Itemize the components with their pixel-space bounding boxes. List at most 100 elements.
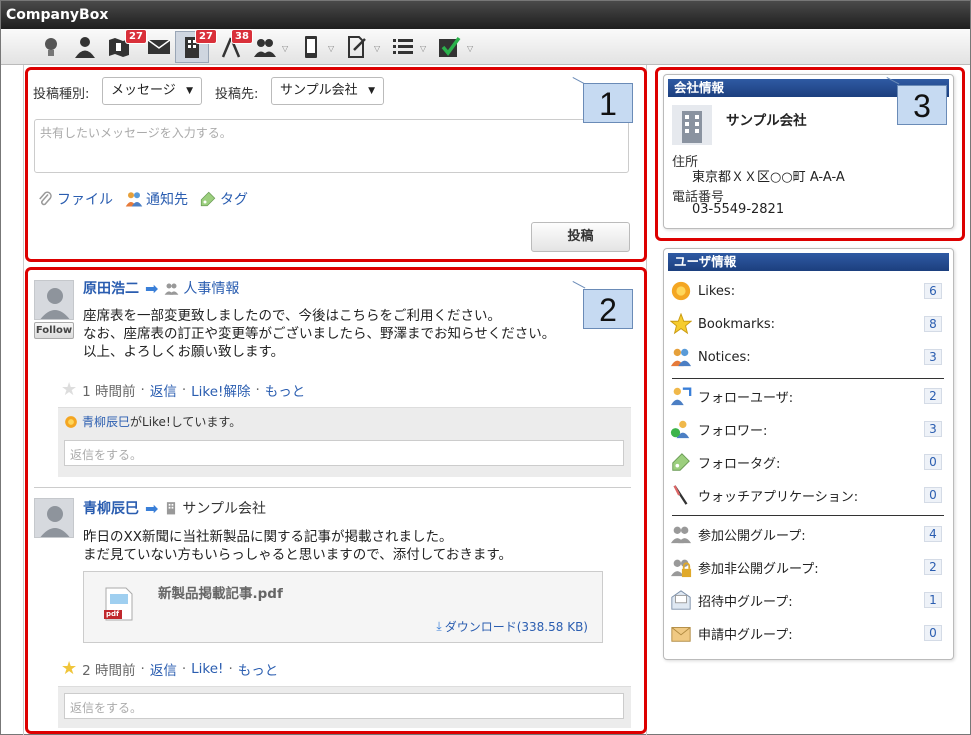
post-target[interactable]: 人事情報 (164, 278, 239, 298)
user-info-row-public-groups[interactable]: 参加公開グループ: 4 (670, 522, 942, 546)
tag-link[interactable]: タグ (199, 189, 248, 209)
user-info-count: 3 (924, 421, 942, 437)
user-info-separator (672, 515, 944, 516)
user-info-heading: ユーザ情報 (668, 253, 949, 271)
tag-icon (200, 191, 216, 207)
company-building-icon (672, 105, 712, 145)
private-group-icon (670, 559, 692, 578)
user-info-row-likes[interactable]: Likes: 6 (670, 279, 942, 303)
post-target-name: サンプル会社 (182, 501, 266, 517)
avatar[interactable] (34, 498, 74, 538)
people-icon (125, 192, 143, 207)
mobile-icon[interactable] (297, 33, 325, 61)
chevron-down-icon: ▼ (368, 86, 375, 96)
export-icon[interactable] (343, 33, 371, 61)
user-info-label: Likes: (698, 283, 736, 299)
reply-area: 返信をする。 (58, 686, 631, 728)
attachment-name[interactable]: 新製品掲載記事.pdf (158, 582, 283, 602)
user-info-row-followers[interactable]: フォロワー: 3 (670, 417, 942, 441)
file-attach-label: ファイル (57, 192, 113, 208)
callout-number: 1 (583, 83, 633, 123)
arrow-right-icon: ➡ (145, 498, 159, 518)
attachment-card: pdf 新製品掲載記事.pdf ⤓ ダウンロード(338.58 KB) (83, 571, 603, 643)
reply-input[interactable]: 返信をする。 (64, 693, 624, 719)
user-info-count: 2 (924, 388, 942, 404)
user-info-row-follow-tags[interactable]: フォロータグ: 0 (670, 450, 942, 474)
phone-value: 03-5549-2821 (692, 202, 785, 217)
user-info-label: 参加公開グループ: (698, 528, 806, 544)
callout-number: 3 (897, 85, 947, 125)
user-info-row-bookmarks[interactable]: Bookmarks: 8 (670, 312, 942, 336)
author-link[interactable]: 青柳辰巳 (83, 498, 139, 518)
post-meta: ★ 1 時間前 · 返信 · Like!解除 · もっと (61, 379, 306, 400)
reply-link[interactable]: 返信 (150, 659, 177, 679)
todo-menu-caret[interactable]: ▽ (467, 45, 475, 53)
message-input[interactable]: 共有したいメッセージを入力する。 (34, 119, 629, 173)
more-link[interactable]: もっと (238, 659, 279, 679)
user-info-row-private-groups[interactable]: 参加非公開グループ: 2 (670, 555, 942, 579)
user-info-row-requested-groups[interactable]: 申請中グループ: 0 (670, 621, 942, 645)
paperclip-icon (39, 191, 52, 206)
bookmark-star-icon[interactable]: ★ (61, 658, 77, 679)
tag-label: タグ (220, 192, 248, 208)
list-menu-caret[interactable]: ▽ (420, 45, 428, 53)
more-link[interactable]: もっと (265, 380, 306, 400)
bookmark-star-icon[interactable]: ★ (61, 379, 77, 400)
group-icon (165, 283, 179, 295)
profile-icon[interactable] (71, 33, 99, 61)
like-icon (671, 281, 691, 301)
post-target-select[interactable]: サンプル会社 ▼ (271, 77, 384, 105)
reply-link[interactable]: 返信 (150, 380, 177, 400)
like-link[interactable]: Like! (191, 661, 223, 677)
avatar[interactable] (34, 280, 74, 320)
group-icon[interactable] (251, 33, 279, 61)
post-body: 昨日のXX新聞に当社新製品に関する記事が掲載されました。 まだ見ていない方もいら… (83, 528, 512, 564)
address-value: 東京都ＸＸ区○○町 A-A-A (692, 170, 845, 185)
post-divider (34, 487, 631, 488)
notification-badge: 27 (125, 29, 147, 44)
todo-check-icon[interactable] (435, 33, 463, 61)
post-time: 1 時間前 (82, 383, 136, 400)
user-info-label: Notices: (698, 349, 751, 365)
user-info-count: 2 (924, 559, 942, 575)
user-info-count: 0 (924, 487, 942, 503)
mail-icon[interactable] (145, 33, 173, 61)
group-menu-caret[interactable]: ▽ (282, 45, 290, 53)
user-info-row-watch-apps[interactable]: ウォッチアプリケーション: 0 (670, 483, 942, 507)
export-menu-caret[interactable]: ▽ (374, 45, 382, 53)
user-info-label: フォロータグ: (698, 456, 781, 472)
reply-area: 青柳辰巳 がLike!しています。 返信をする。 (58, 407, 631, 477)
download-label: ダウンロード(338.58 KB) (444, 620, 588, 634)
app-title: CompanyBox (1, 1, 970, 29)
liker-link[interactable]: 青柳辰巳 (82, 413, 130, 430)
download-link[interactable]: ⤓ ダウンロード(338.58 KB) (436, 618, 588, 635)
mobile-menu-caret[interactable]: ▽ (328, 45, 336, 53)
post-line: 以上、よろしくお願い致します。 (83, 344, 285, 360)
file-attach-link[interactable]: ファイル (36, 189, 113, 209)
user-info-count: 4 (924, 526, 942, 542)
user-info-count: 8 (924, 316, 942, 332)
user-info-row-follow-users[interactable]: フォローユーザ: 2 (670, 384, 942, 408)
user-info-count: 6 (924, 283, 942, 299)
like-toggle-link[interactable]: Like!解除 (191, 380, 250, 400)
post-type-label: 投稿種別: (33, 87, 90, 102)
user-info-label: 申請中グループ: (698, 627, 793, 643)
follow-button[interactable]: Follow (34, 322, 74, 339)
reply-input[interactable]: 返信をする。 (64, 440, 624, 466)
post-submit-button[interactable]: 投稿 (531, 222, 630, 252)
user-info-row-invited-groups[interactable]: 招待中グループ: 1 (670, 588, 942, 612)
idea-icon[interactable] (37, 33, 65, 61)
post-type-select[interactable]: メッセージ ▼ (102, 77, 202, 105)
author-link[interactable]: 原田浩二 (83, 278, 139, 298)
notify-link[interactable]: 通知先 (125, 189, 188, 209)
user-info-count: 3 (924, 349, 942, 365)
user-info-count: 1 (924, 592, 942, 608)
list-icon[interactable] (389, 33, 417, 61)
post-target-name: 人事情報 (183, 281, 240, 297)
user-info-label: 参加非公開グループ: (698, 561, 819, 577)
post-target[interactable]: サンプル会社 (164, 498, 266, 518)
user-info-row-notices[interactable]: Notices: 3 (670, 345, 942, 369)
notice-icon (670, 348, 692, 367)
user-info-label: フォロワー: (698, 423, 768, 439)
watch-app-icon (673, 485, 688, 505)
